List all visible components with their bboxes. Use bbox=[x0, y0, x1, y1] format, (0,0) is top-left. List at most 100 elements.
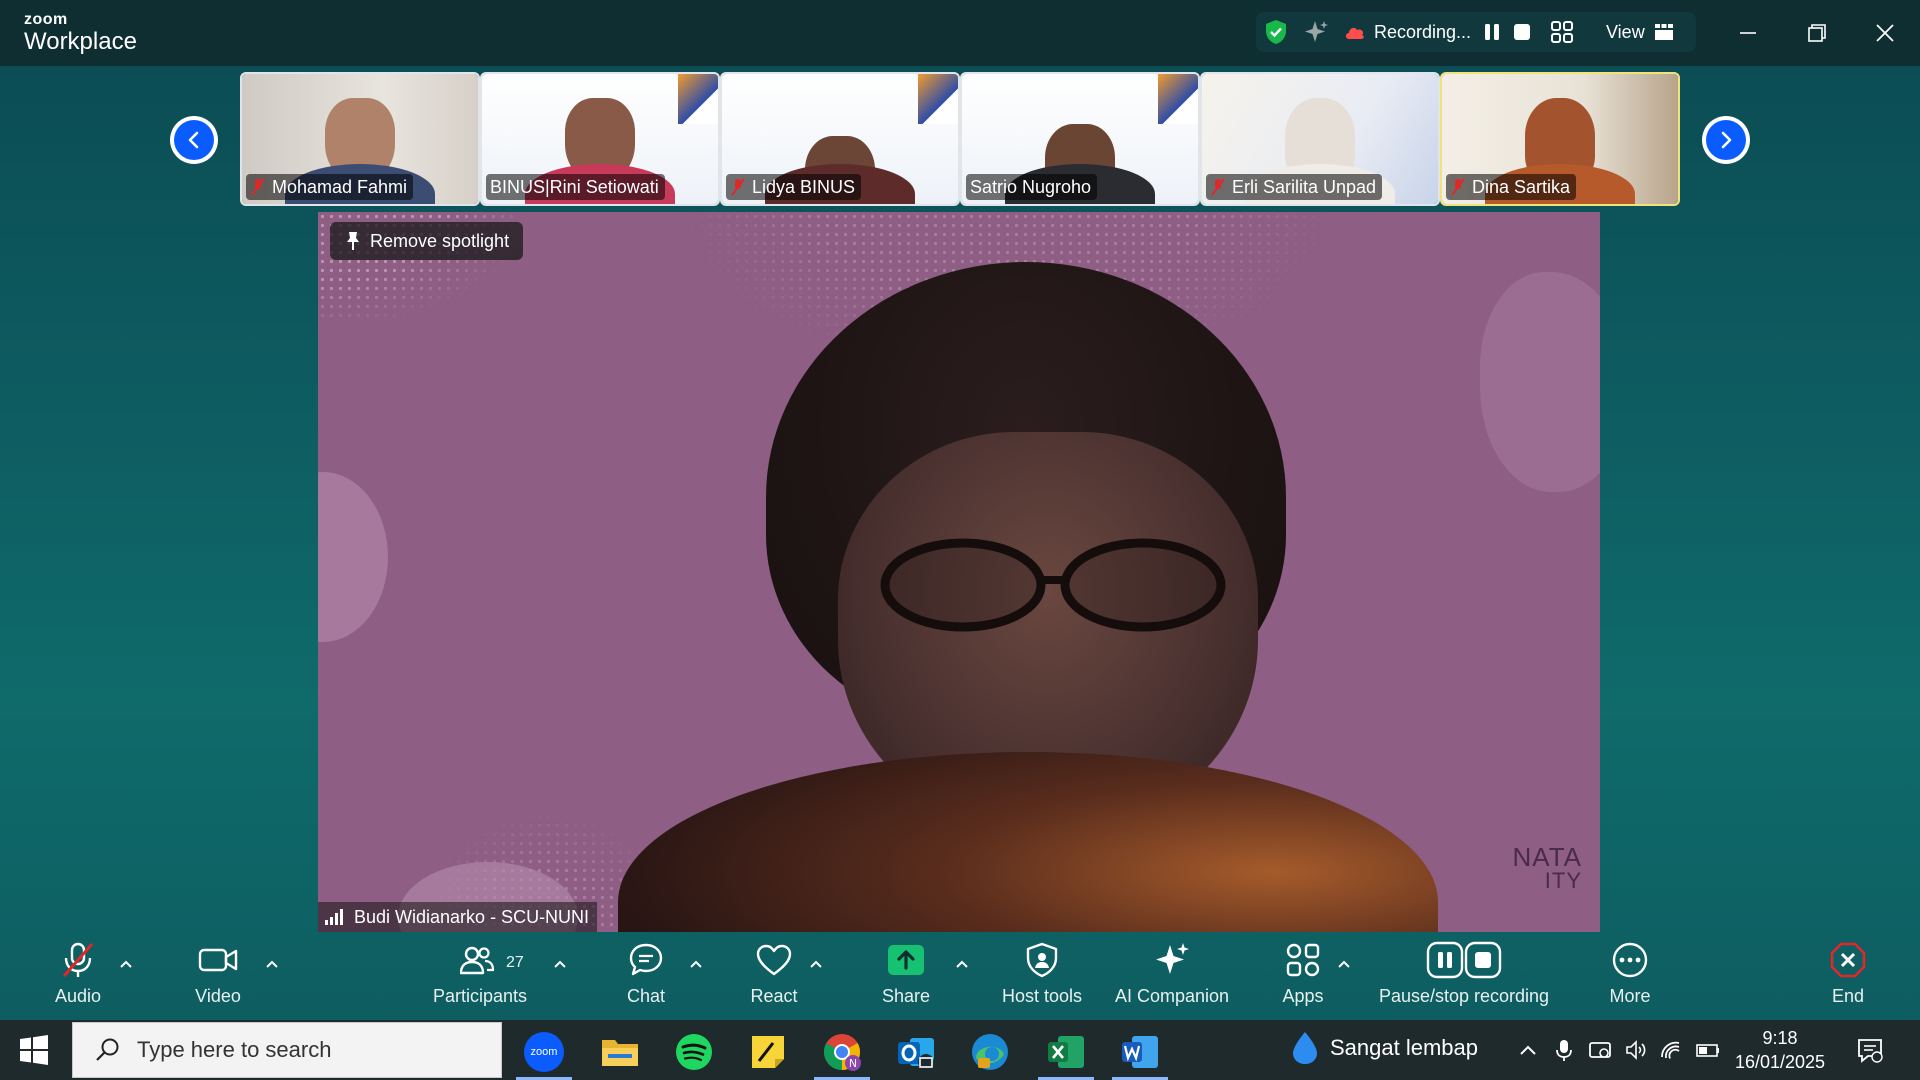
end-call-icon bbox=[1830, 942, 1866, 978]
participant-thumbnail[interactable]: Lidya BINUS bbox=[720, 72, 960, 206]
pause-stop-recording-icon bbox=[1426, 941, 1502, 979]
microphone-icon[interactable] bbox=[1552, 1038, 1576, 1062]
react-options-chevron-up-icon[interactable] bbox=[808, 958, 824, 970]
spotlight-video: NATA ITY bbox=[318, 212, 1600, 932]
zoom-app-icon: zoom bbox=[524, 1032, 564, 1072]
react-label: React bbox=[750, 986, 798, 1006]
wifi-icon[interactable] bbox=[1660, 1038, 1684, 1062]
security-shield-icon[interactable] bbox=[1262, 18, 1290, 46]
participant-name: Mohamad Fahmi bbox=[272, 176, 408, 197]
taskbar-app-edge[interactable] bbox=[954, 1024, 1026, 1080]
participants-count: 27 bbox=[506, 954, 524, 971]
taskbar-app-outlook[interactable] bbox=[880, 1024, 952, 1080]
participant-thumbnail[interactable]: BINUS|Rini Setiowati bbox=[480, 72, 720, 206]
brand-big: Workplace bbox=[24, 28, 137, 55]
recording-status-bar: Recording... View bbox=[1256, 12, 1696, 52]
word-icon bbox=[1122, 1036, 1158, 1068]
pause-recording-icon[interactable] bbox=[1480, 20, 1504, 44]
pin-icon bbox=[347, 232, 359, 250]
system-clock[interactable]: 9:18 16/01/2025 bbox=[1730, 1026, 1830, 1074]
participant-thumbnail[interactable]: Erli Sarilita Unpad bbox=[1200, 72, 1440, 206]
notification-center-icon[interactable] bbox=[1856, 1036, 1884, 1064]
edge-icon bbox=[972, 1034, 1008, 1070]
water-drop-icon bbox=[1293, 1032, 1317, 1064]
svg-text:N: N bbox=[849, 1057, 857, 1070]
speaker-name: Budi Widianarko - SCU-NUNI bbox=[354, 906, 590, 927]
react-button[interactable]: React bbox=[744, 936, 804, 1020]
gallery-grid-icon[interactable] bbox=[1548, 18, 1576, 46]
participant-thumbnail[interactable]: Satrio Nugroho bbox=[960, 72, 1200, 206]
stop-recording-icon[interactable] bbox=[1510, 20, 1534, 44]
participant-name: BINUS|Rini Setiowati bbox=[490, 176, 659, 197]
taskbar-app-sticky-notes[interactable] bbox=[732, 1024, 804, 1080]
sticky-notes-icon bbox=[752, 1036, 784, 1068]
taskbar-app-excel[interactable] bbox=[1030, 1024, 1102, 1080]
display-icon[interactable] bbox=[1588, 1038, 1612, 1062]
participant-name-tag: Satrio Nugroho bbox=[966, 174, 1098, 200]
recording-label: Recording... bbox=[1374, 22, 1472, 42]
volume-icon[interactable] bbox=[1624, 1038, 1648, 1062]
participants-icon bbox=[460, 946, 494, 975]
taskbar-app-zoom[interactable]: zoom bbox=[508, 1024, 580, 1080]
participant-name-tag: Mohamad Fahmi bbox=[246, 174, 414, 200]
host-tools-button[interactable]: Host tools bbox=[994, 936, 1090, 1020]
brand-small: zoom bbox=[24, 11, 68, 28]
audio-options-chevron-up-icon[interactable] bbox=[118, 958, 134, 970]
chevron-up-icon[interactable] bbox=[1516, 1038, 1540, 1062]
participants-options-chevron-up-icon[interactable] bbox=[552, 958, 568, 970]
apps-options-chevron-up-icon[interactable] bbox=[1336, 958, 1352, 970]
apps-grid-icon bbox=[1286, 943, 1320, 977]
ai-companion-label: AI Companion bbox=[1114, 986, 1230, 1006]
share-options-chevron-up-icon[interactable] bbox=[954, 958, 970, 970]
video-label: Video bbox=[195, 986, 241, 1006]
weather-widget[interactable]: Sangat lembap bbox=[1290, 1030, 1478, 1066]
participant-name: Dina Sartika bbox=[1472, 176, 1571, 197]
participant-thumbnail[interactable]: Mohamad Fahmi bbox=[240, 72, 480, 206]
video-options-chevron-up-icon[interactable] bbox=[264, 958, 280, 970]
end-meeting-button[interactable]: End bbox=[1818, 936, 1878, 1020]
chat-bubble-icon bbox=[629, 943, 663, 976]
ai-companion-button[interactable]: AI Companion bbox=[1112, 936, 1232, 1020]
video-button[interactable]: Video bbox=[188, 936, 248, 1020]
view-layout-icon[interactable] bbox=[1654, 22, 1674, 42]
more-button[interactable]: More bbox=[1600, 936, 1660, 1020]
taskbar-app-word[interactable] bbox=[1104, 1024, 1176, 1080]
next-page-button[interactable] bbox=[1702, 116, 1750, 164]
taskbar-app-spotify[interactable] bbox=[658, 1024, 730, 1080]
share-screen-icon bbox=[888, 945, 924, 975]
host-tools-label: Host tools bbox=[1001, 986, 1083, 1006]
minimize-icon[interactable] bbox=[1733, 18, 1763, 48]
share-screen-button[interactable]: Share bbox=[876, 936, 936, 1020]
pause-stop-recording-button[interactable]: Pause/stop recording bbox=[1374, 936, 1554, 1020]
clock-time: 9:18 bbox=[1762, 1028, 1798, 1048]
video-camera-icon bbox=[198, 948, 238, 972]
remove-spotlight-button[interactable]: Remove spotlight bbox=[330, 222, 524, 260]
previous-page-button[interactable] bbox=[170, 116, 218, 164]
app-logo: zoom Workplace bbox=[24, 12, 137, 54]
taskbar-app-chrome[interactable]: N bbox=[806, 1024, 878, 1080]
view-button[interactable]: View bbox=[1606, 22, 1645, 43]
participant-thumbnail-active-speaker[interactable]: Dina Sartika bbox=[1440, 72, 1680, 206]
restore-icon[interactable] bbox=[1802, 18, 1832, 48]
apps-button[interactable]: Apps bbox=[1273, 936, 1333, 1020]
participant-name-tag: Dina Sartika bbox=[1446, 174, 1577, 200]
ai-sparkle-icon[interactable] bbox=[1302, 18, 1330, 46]
spotify-icon bbox=[676, 1034, 712, 1070]
participants-button[interactable]: Participants bbox=[430, 936, 530, 1020]
ai-sparkle-icon bbox=[1156, 943, 1189, 974]
chat-options-chevron-up-icon[interactable] bbox=[688, 958, 704, 970]
cloud-recording-icon bbox=[1346, 27, 1364, 39]
taskbar-search-box[interactable]: Type here to search bbox=[72, 1022, 502, 1078]
battery-icon[interactable] bbox=[1696, 1038, 1720, 1062]
participants-label: Participants bbox=[432, 986, 528, 1006]
close-icon[interactable] bbox=[1870, 18, 1900, 48]
chat-button[interactable]: Chat bbox=[616, 936, 676, 1020]
taskbar-app-file-explorer[interactable] bbox=[584, 1024, 656, 1080]
excel-icon bbox=[1048, 1036, 1084, 1068]
audio-button[interactable]: Audio bbox=[48, 936, 108, 1020]
chevron-right-icon bbox=[1721, 131, 1732, 149]
windows-start-icon[interactable] bbox=[18, 1034, 50, 1066]
pause-stop-recording-label: Pause/stop recording bbox=[1378, 986, 1550, 1006]
muted-mic-icon bbox=[1451, 178, 1465, 196]
participant-name-tag: BINUS|Rini Setiowati bbox=[486, 174, 665, 200]
